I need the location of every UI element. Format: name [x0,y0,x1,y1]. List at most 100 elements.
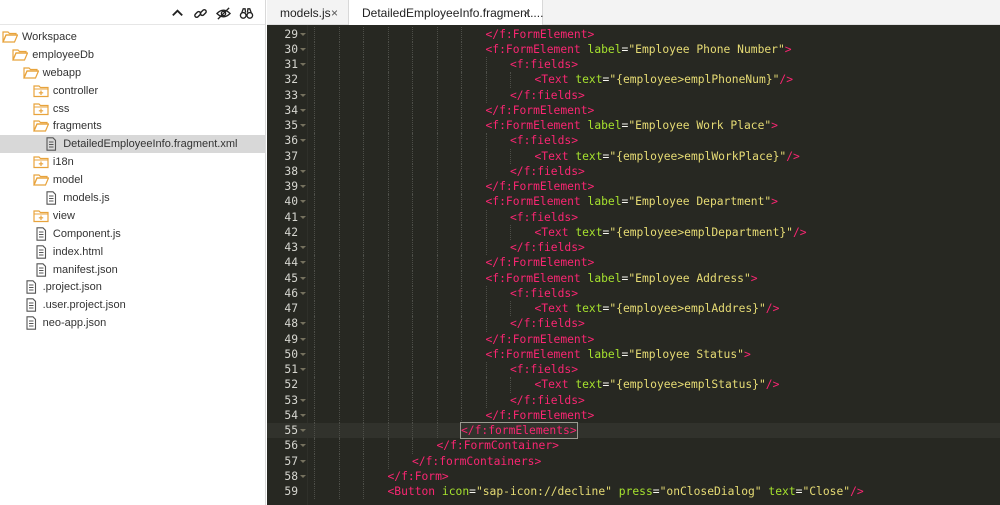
search-binoculars-icon[interactable] [237,4,255,22]
code-line[interactable]: 30 <f:FormElement label="Employee Phone N… [267,41,1000,57]
code-line[interactable]: 56 </f:FormContainer> [267,438,1000,454]
tree-item[interactable]: model [0,171,265,189]
indent-guide [387,148,389,164]
tree-item[interactable]: models.js [0,189,265,207]
fold-arrow-icon[interactable] [300,444,306,448]
tree-item[interactable]: .project.json [0,278,265,296]
tree-item-label: models.js [63,192,110,205]
fold-arrow-icon[interactable] [300,215,306,219]
code-line[interactable]: 59 <Button icon="sap-icon://decline" pres… [267,484,1000,500]
fold-arrow-icon[interactable] [300,93,306,97]
code-line[interactable]: 46 <f:fields> [267,285,1000,301]
tree-item[interactable]: Workspace [0,28,265,46]
indent-guide [363,194,364,210]
code-line[interactable]: 57 </f:formContainers> [267,453,1000,469]
code-line[interactable]: 43 </f:fields> [267,240,1000,256]
code-editor[interactable]: 29 </f:FormElement> 30 <f:FormElement label… [267,25,1000,505]
fold-arrow-icon[interactable] [300,32,306,36]
fold-arrow-icon[interactable] [300,352,306,356]
indent-guide [461,118,462,134]
fold-arrow-icon[interactable] [300,459,306,463]
tree-item[interactable]: index.html [0,243,265,261]
link-editor-icon[interactable] [191,4,209,22]
indent-guide [461,148,462,164]
code-line[interactable]: 45 <f:FormElement label="Employee Address… [267,270,1000,286]
fold-arrow-icon[interactable] [300,276,306,280]
code-line[interactable]: 49 </f:FormElement> [267,331,1000,347]
code-line[interactable]: 31 <f:fields> [267,57,1000,73]
line-number: 32 [284,73,298,87]
indent-guide [461,346,462,362]
indent-guide [363,468,364,484]
code-line[interactable]: 47 <Text text="{employee>emplAddres}"/> [267,301,1000,317]
code-line[interactable]: 34 </f:FormElement> [267,102,1000,118]
indent-guide [363,240,364,256]
indent-guide [461,194,462,210]
fold-arrow-icon[interactable] [300,169,306,173]
code-line[interactable]: 55 </f:formElements> [267,421,1000,440]
indent-guide [338,285,340,301]
hide-hidden-files-icon[interactable] [214,4,232,22]
tree-item[interactable]: DetailedEmployeeInfo.fragment.xml [0,135,265,154]
code-line[interactable]: 42 <Text text="{employee>emplDepartment}"… [267,224,1000,240]
fold-arrow-icon[interactable] [300,337,306,341]
code-line[interactable]: 53 </f:fields> [267,392,1000,408]
tree-item[interactable]: i18n [0,153,265,171]
fold-arrow-icon[interactable] [300,291,306,295]
tree-item[interactable]: fragments [0,117,265,135]
code-line[interactable]: 58 </f:Form> [267,468,1000,484]
fold-arrow-icon[interactable] [300,322,306,326]
indent-guide [436,301,438,317]
collapse-all-icon[interactable] [168,4,186,22]
tree-item[interactable]: .user.project.json [0,296,265,314]
tree-item[interactable]: manifest.json [0,261,265,279]
code-line[interactable]: 29 </f:FormElement> [267,26,1000,42]
code-line[interactable]: 36 <f:fields> [267,133,1000,149]
fold-arrow-icon[interactable] [300,139,306,143]
tree-item[interactable]: css [0,100,265,118]
code-line[interactable]: 44 </f:FormElement> [267,255,1000,271]
line-number: 31 [284,58,298,71]
close-icon[interactable]: × [523,7,530,19]
indent-guide [387,72,389,88]
code-line[interactable]: 40 <f:FormElement label="Employee Departm… [267,194,1000,210]
tree-item[interactable]: neo-app.json [0,314,265,332]
code-line[interactable]: 33 </f:fields> [267,87,1000,103]
tree-item[interactable]: webapp [0,64,265,82]
tree-item[interactable]: view [0,207,265,225]
tab-detailed-employee-info[interactable]: DetailedEmployeeInfo.fragment.... × [349,0,543,26]
fold-arrow-icon[interactable] [300,398,306,402]
fold-arrow-icon[interactable] [300,200,306,204]
code-line[interactable]: 37 <Text text="{employee>emplWorkPlace}"/… [267,148,1000,164]
code-line[interactable]: 54 </f:FormElement> [267,407,1000,423]
code-line[interactable]: 48 </f:fields> [267,316,1000,332]
tree-item[interactable]: controller [0,82,265,100]
fold-arrow-icon[interactable] [300,368,306,371]
fold-arrow-icon[interactable] [300,108,306,112]
fold-arrow-icon[interactable] [300,185,306,188]
fold-arrow-icon[interactable] [300,413,306,417]
code-line[interactable]: 39 </f:FormElement> [267,179,1000,195]
code-line[interactable]: 51 <f:fields> [267,362,1000,378]
fold-arrow-icon[interactable] [300,47,306,51]
tree-item[interactable]: Component.js [0,225,265,243]
tree-item[interactable]: employeeDb [0,46,265,64]
tab-models-js[interactable]: models.js × [267,0,349,25]
fold-arrow-icon[interactable] [300,63,306,66]
code-line[interactable]: 32 <Text text="{employee>emplPhoneNum}"/> [267,72,1000,88]
fold-arrow-icon[interactable] [300,474,306,478]
code-line[interactable]: 35 <f:FormElement label="Employee Work Pl… [267,118,1000,134]
code-line[interactable]: 52 <Text text="{employee>emplStatus}"/> [267,377,1000,393]
code-line[interactable]: 38 </f:fields> [267,163,1000,179]
fold-arrow-icon[interactable] [300,124,306,127]
indent-guide [461,179,462,195]
indent-guide [338,438,340,454]
code-line[interactable]: 50 <f:FormElement label="Employee Status"… [267,346,1000,362]
fold-arrow-icon[interactable] [300,246,306,249]
tab-label: models.js [280,5,331,20]
indent-guide [485,57,487,73]
fold-arrow-icon[interactable] [300,429,306,432]
code-line[interactable]: 41 <f:fields> [267,209,1000,225]
close-icon[interactable]: × [331,7,338,19]
fold-arrow-icon[interactable] [300,261,306,265]
